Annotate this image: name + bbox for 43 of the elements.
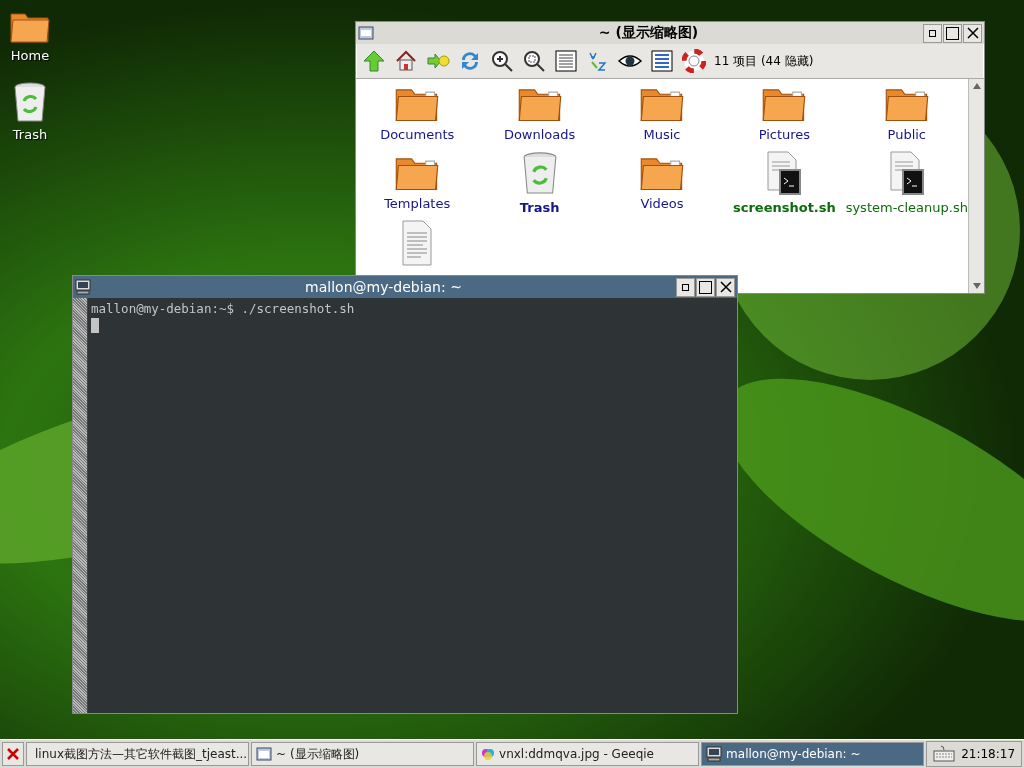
maximize-button[interactable] [943,23,962,43]
file-label[interactable]: Music [643,127,681,142]
taskbar-button[interactable]: linux截图方法—其它软件截图_tjeast... [26,742,250,766]
keyboard-icon[interactable] [933,745,956,763]
scroll-down-icon[interactable] [972,283,981,289]
image-viewer-icon[interactable] [481,747,496,761]
taskbar-button[interactable]: ~ (显示缩略图) [251,742,475,766]
maximize-button[interactable] [696,277,715,297]
terminal-icon[interactable] [706,746,723,762]
window-title: ~ (显示缩略图) [597,24,700,42]
file-label[interactable]: Templates [384,196,451,211]
file-label[interactable]: Downloads [503,127,576,142]
file-label[interactable]: screenshot.sh [732,200,836,215]
window-menu-icon[interactable] [358,25,374,41]
scroll-up-icon[interactable] [972,83,981,89]
terminal-scrollbar[interactable] [73,298,88,713]
help-icon[interactable] [680,47,708,75]
status-text: 11 项目 (44 隐藏) [714,52,814,70]
scrollbar[interactable] [968,79,984,293]
close-button[interactable] [716,277,735,297]
desktop-icon-label[interactable]: Home [10,48,50,63]
terminal-line: mallon@my-debian:~$ ./screenshot.sh [91,301,356,316]
file-label[interactable]: system-cleanup.sh [845,200,968,215]
trash-icon[interactable] [12,81,48,125]
file-label[interactable]: Pictures [758,127,811,142]
clock: 21:18:17 [961,747,1016,761]
file-label[interactable]: Documents [380,127,455,142]
file-label[interactable]: Videos [640,196,684,211]
close-icon[interactable] [2,742,24,766]
desktop-icon-label[interactable]: Trash [12,127,48,142]
taskbar-button[interactable]: vnxl:ddmqva.jpg - Geeqie [476,742,700,766]
list-icon[interactable] [648,47,676,75]
window-icon[interactable] [256,747,273,761]
file-label[interactable]: Public [887,127,927,142]
window-title: mallon@my-debian: ~ [304,279,463,295]
terminal-icon[interactable] [75,279,91,295]
taskbar-button[interactable]: mallon@my-debian: ~ [701,742,925,766]
file-label[interactable]: Trash [519,200,560,215]
details-icon[interactable] [552,47,580,75]
minimize-button[interactable] [923,23,942,43]
text-cursor [91,318,99,333]
minimize-button[interactable] [676,277,695,297]
close-button[interactable] [963,23,982,43]
